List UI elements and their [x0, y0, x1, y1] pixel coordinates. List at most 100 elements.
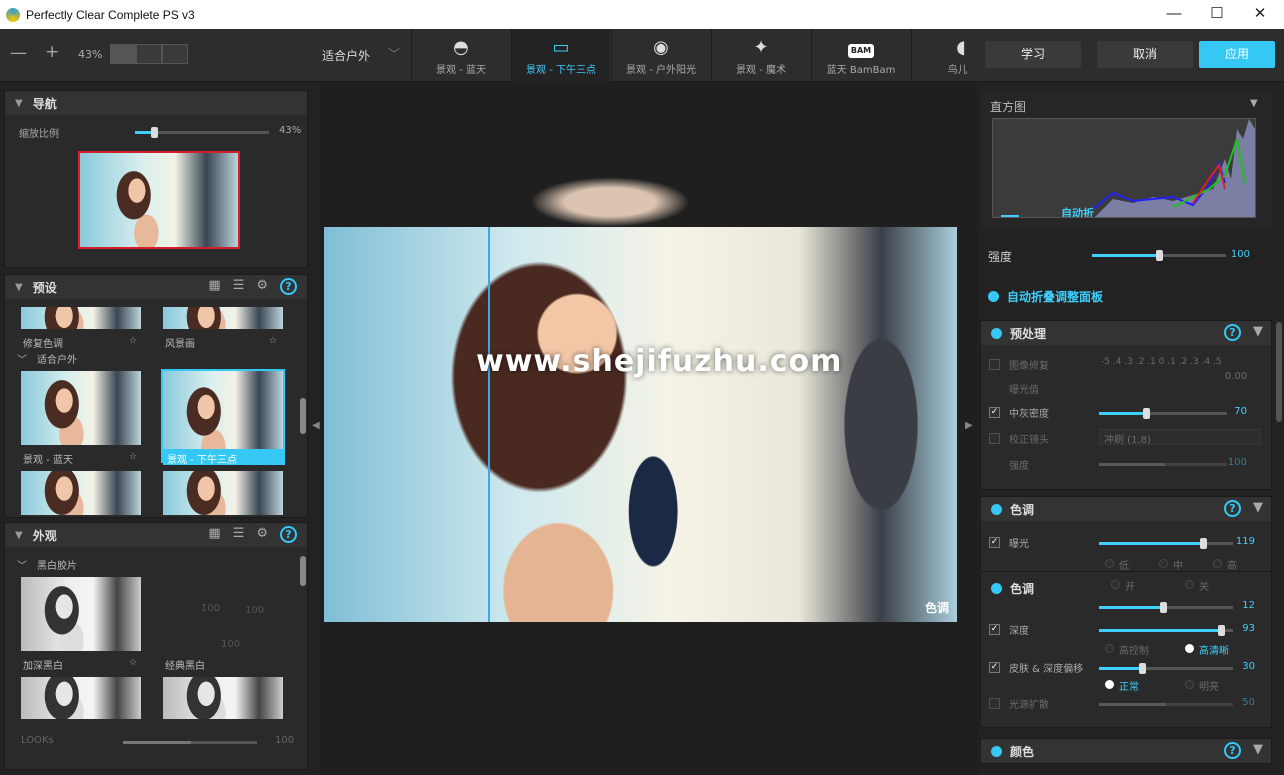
- collapse-left-icon[interactable]: ◀: [312, 420, 320, 431]
- split-line[interactable]: [488, 227, 490, 622]
- preset-thumb[interactable]: [163, 471, 283, 515]
- skin-slider[interactable]: [1099, 663, 1233, 674]
- exposure-slider[interactable]: [1099, 538, 1233, 549]
- skin-checkbox[interactable]: ✓: [989, 662, 1000, 673]
- chevron-down-icon[interactable]: ﹀: [17, 557, 27, 572]
- grid-view-icon[interactable]: ▦: [208, 278, 220, 295]
- tone2-slider[interactable]: [1099, 602, 1233, 613]
- fit-select[interactable]: 适合户外 ﹀: [322, 47, 400, 64]
- navigator-thumbnail[interactable]: [78, 151, 240, 249]
- cancel-button[interactable]: 取消: [1097, 41, 1193, 68]
- list-view-icon[interactable]: ☰: [233, 526, 245, 543]
- navigation-header[interactable]: ▼ 导航: [5, 91, 307, 115]
- tone2-header[interactable]: 色调: [981, 580, 1034, 597]
- help-icon[interactable]: ?: [1224, 742, 1241, 759]
- maximize-button[interactable]: ☐: [1197, 0, 1237, 29]
- collapse-icon[interactable]: ▼: [1253, 500, 1263, 517]
- main-photo[interactable]: www.shejifuzhu.com 色调: [324, 227, 957, 622]
- preset-tile[interactable]: ◓ 景观 - 蓝天: [411, 29, 510, 82]
- midtone-checkbox[interactable]: ✓: [989, 407, 1000, 418]
- star-icon[interactable]: ☆: [129, 452, 137, 462]
- depth-slider[interactable]: [1099, 625, 1233, 636]
- radio-low[interactable]: [1105, 559, 1114, 568]
- ghost-value: 100: [201, 603, 221, 614]
- single-view-button[interactable]: [110, 44, 136, 64]
- close-button[interactable]: ✕: [1240, 0, 1280, 29]
- help-icon[interactable]: ?: [1224, 500, 1241, 517]
- radio-high-clarity[interactable]: [1185, 644, 1194, 653]
- preset-thumb[interactable]: [21, 471, 141, 515]
- image-fix-checkbox[interactable]: [989, 359, 1000, 370]
- strength-slider[interactable]: [1092, 250, 1226, 261]
- lens-select[interactable]: 冲刷 (1.8): [1099, 429, 1261, 446]
- preset-tile[interactable]: ✦ 景观 - 魔术: [711, 29, 810, 82]
- looks-header[interactable]: ▼ 外观 ▦ ☰ ⚙ ?: [5, 523, 307, 547]
- light-diffusion-checkbox[interactable]: [989, 698, 1000, 709]
- compare-view-button[interactable]: [162, 44, 188, 64]
- preset-tile[interactable]: ◉ 景观 - 户外阳光: [611, 29, 710, 82]
- image-canvas[interactable]: ◀ ▶ www.shejifuzhu.com 色调: [312, 82, 978, 775]
- radio-normal[interactable]: [1105, 680, 1114, 689]
- zoom-out-button[interactable]: —: [10, 43, 27, 63]
- help-icon[interactable]: ?: [280, 278, 297, 295]
- light-diffusion-slider[interactable]: [1099, 703, 1233, 706]
- tone-header[interactable]: 色调 ? ▼: [981, 497, 1271, 521]
- lens-checkbox[interactable]: [989, 433, 1000, 444]
- zoom-in-button[interactable]: +: [45, 42, 59, 62]
- preset-thumb[interactable]: [21, 371, 141, 445]
- preset-thumb[interactable]: [163, 307, 283, 329]
- depth-checkbox[interactable]: ✓: [989, 624, 1000, 635]
- grid-view-icon[interactable]: ▦: [208, 526, 220, 543]
- look-thumb[interactable]: [21, 677, 141, 719]
- toggle-dot-icon[interactable]: [991, 503, 1002, 515]
- toggle-dot-icon[interactable]: [991, 327, 1002, 339]
- chevron-down-icon[interactable]: ﹀: [17, 351, 27, 366]
- preset-tile[interactable]: BAM 蓝天 BamBam: [811, 29, 910, 82]
- dropdown-arrow-icon[interactable]: ▼: [1250, 98, 1258, 109]
- lens-strength-slider[interactable]: [1099, 463, 1227, 466]
- preset-thumb[interactable]: [21, 307, 141, 329]
- apply-button[interactable]: 应用: [1199, 41, 1275, 68]
- gear-icon[interactable]: ⚙: [256, 526, 268, 543]
- collapse-icon[interactable]: ▼: [1253, 324, 1263, 341]
- auto-fold-label: 自动折叠调整面板: [1007, 290, 1104, 304]
- looks-value: 100: [275, 735, 295, 746]
- gear-icon[interactable]: ⚙: [256, 278, 268, 295]
- radio-bright[interactable]: [1185, 680, 1194, 689]
- auto-fold-toggle[interactable]: 自动折叠调整面板: [978, 288, 1103, 305]
- minimize-button[interactable]: —: [1154, 0, 1194, 29]
- radio-high[interactable]: [1213, 559, 1222, 568]
- help-icon[interactable]: ?: [1224, 324, 1241, 341]
- midtone-slider[interactable]: [1099, 408, 1227, 419]
- color-header[interactable]: 颜色 ? ▼: [981, 739, 1271, 763]
- collapse-icon[interactable]: ▼: [1253, 742, 1263, 759]
- presets-scrollbar[interactable]: [300, 398, 306, 434]
- radio-mid[interactable]: [1159, 559, 1168, 568]
- learn-button[interactable]: 学习: [985, 41, 1081, 68]
- zoom-slider[interactable]: [135, 127, 269, 138]
- look-thumb[interactable]: [21, 577, 141, 651]
- looks-scrollbar[interactable]: [300, 556, 306, 586]
- presets-header[interactable]: ▼ 预设 ▦ ☰ ⚙ ?: [5, 275, 307, 299]
- preset-tile-active[interactable]: ▭ 景观 - 下午三点: [511, 29, 610, 82]
- radio-on[interactable]: [1111, 580, 1120, 589]
- looks-slider[interactable]: [123, 741, 257, 744]
- toggle-dot-icon[interactable]: [991, 745, 1002, 757]
- preset-name: 修复色调: [23, 339, 63, 350]
- collapse-right-icon[interactable]: ▶: [965, 420, 973, 431]
- exposure-checkbox[interactable]: ✓: [989, 537, 1000, 548]
- split-view-button[interactable]: [136, 44, 162, 64]
- tone-title: 色调: [1010, 502, 1035, 517]
- star-icon[interactable]: ☆: [269, 336, 277, 346]
- radio-high-control[interactable]: [1105, 644, 1114, 653]
- list-view-icon[interactable]: ☰: [233, 278, 245, 295]
- help-icon[interactable]: ?: [280, 526, 297, 543]
- tone-detail-section: 开 关 色调 12 ✓ 深度 93 高控制 高清晰 ✓ 皮肤 & 深度偏移 30…: [980, 572, 1272, 728]
- preprocess-header[interactable]: 预处理 ? ▼: [981, 321, 1271, 345]
- radio-off[interactable]: [1185, 580, 1194, 589]
- star-icon[interactable]: ☆: [129, 336, 137, 346]
- preset-tile[interactable]: ◖ 鸟儿 -: [911, 29, 967, 82]
- right-scrollbar[interactable]: [1276, 322, 1282, 422]
- look-thumb[interactable]: [163, 677, 283, 719]
- star-icon[interactable]: ☆: [129, 658, 137, 668]
